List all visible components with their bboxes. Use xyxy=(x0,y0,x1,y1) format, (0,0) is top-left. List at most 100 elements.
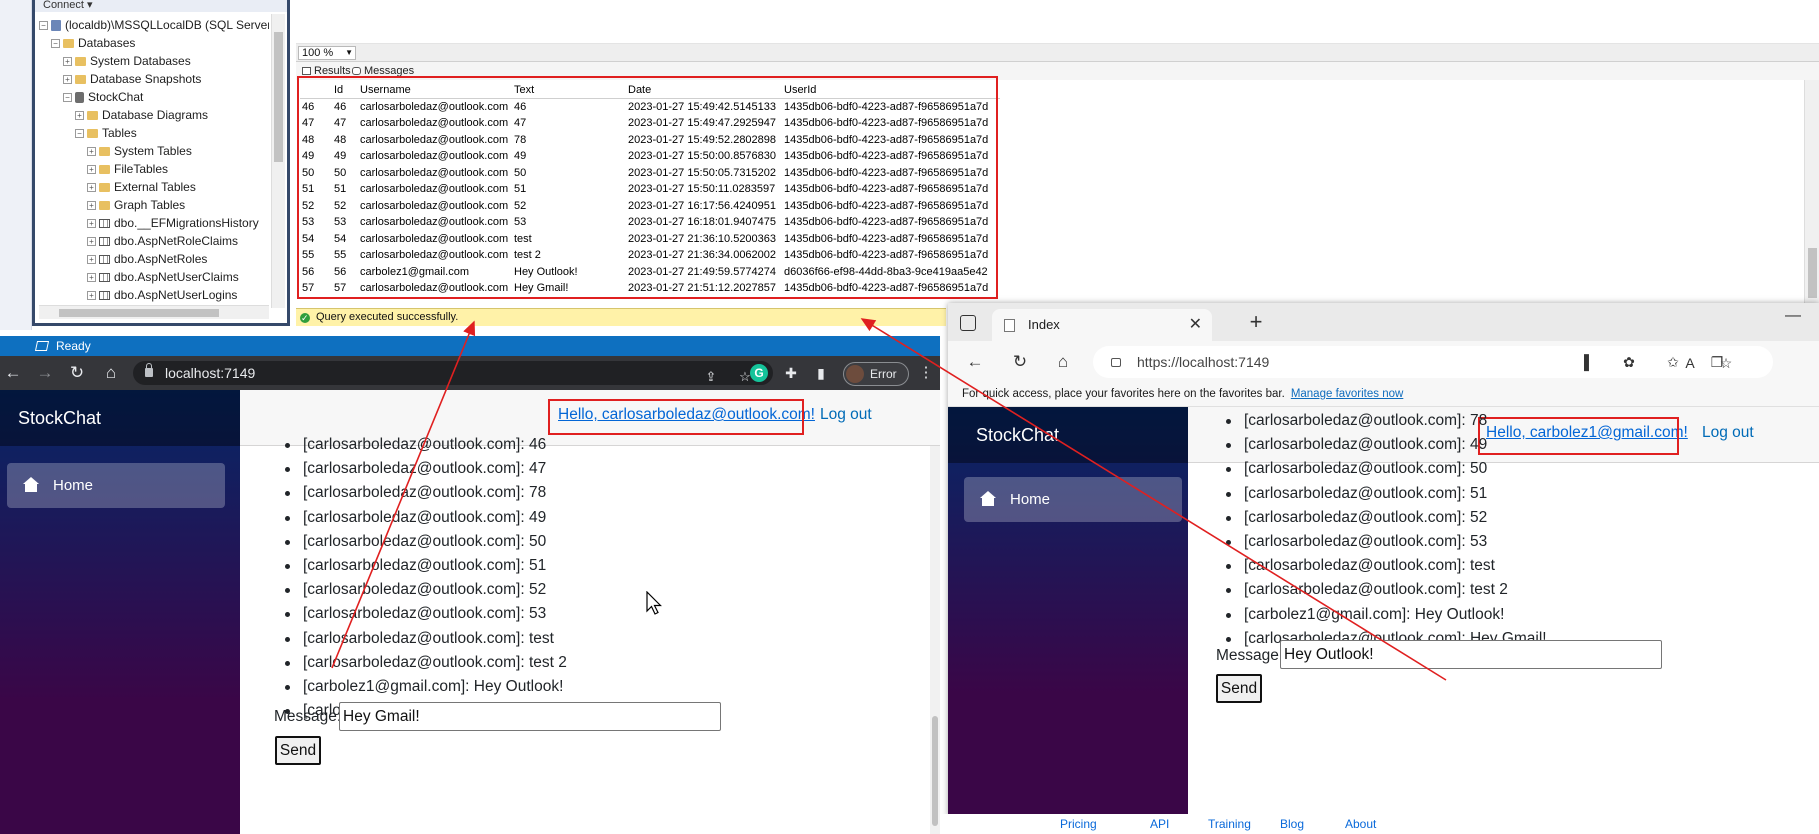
tab-index[interactable]: Index ✕ xyxy=(992,309,1212,341)
folder-icon xyxy=(87,128,98,138)
list-item: [carlosarboledaz@outlook.com]: 53 xyxy=(284,602,546,626)
tree-node[interactable]: + FileTables xyxy=(87,160,168,178)
edge-tab-strip: Index ✕ + — xyxy=(948,303,1819,341)
tree-node[interactable]: + System Tables xyxy=(87,142,192,160)
expand-icon[interactable]: + xyxy=(87,272,96,282)
connect-button[interactable]: Connect ▾ xyxy=(43,0,93,11)
tree-node[interactable]: + External Tables xyxy=(87,178,196,196)
tree-node[interactable]: + Database Snapshots xyxy=(63,70,201,88)
page-scrollbar[interactable] xyxy=(930,446,940,834)
collapse-icon[interactable]: − xyxy=(63,92,72,102)
home-icon[interactable]: ⌂ xyxy=(100,362,122,384)
reload-icon[interactable]: ↻ xyxy=(66,362,88,384)
object-explorer-hscroll[interactable] xyxy=(39,305,269,319)
back-icon[interactable]: ← xyxy=(2,362,24,384)
message-input[interactable] xyxy=(339,702,721,731)
collapse-icon[interactable]: − xyxy=(51,38,60,48)
send-button[interactable]: Send xyxy=(275,736,321,765)
footer-link[interactable]: About xyxy=(1345,817,1376,831)
favorites-icon[interactable]: ✩ xyxy=(1664,353,1682,371)
logout-link[interactable]: Log out xyxy=(820,406,872,424)
expand-icon[interactable]: + xyxy=(87,146,96,156)
logout-link[interactable]: Log out xyxy=(1702,424,1754,442)
brand[interactable]: StockChat xyxy=(948,407,1188,463)
server-icon xyxy=(51,19,61,31)
back-icon[interactable]: ← xyxy=(964,351,986,373)
side-panel-icon[interactable]: ▮ xyxy=(812,364,830,382)
footer-link[interactable]: Blog xyxy=(1280,817,1304,831)
new-tab-icon[interactable]: + xyxy=(1244,309,1268,335)
expand-icon[interactable]: + xyxy=(87,218,96,228)
expand-icon[interactable]: + xyxy=(87,182,96,192)
expand-icon[interactable]: + xyxy=(63,74,72,84)
tree-node[interactable]: + dbo.AspNetUserClaims xyxy=(87,268,239,286)
table-icon xyxy=(99,254,110,264)
list-item: [carlosarboledaz@outlook.com]: 50 xyxy=(1225,457,1487,481)
list-item: [carlosarboledaz@outlook.com]: 50 xyxy=(284,530,546,554)
tree-node[interactable]: + dbo.AspNetUserLogins xyxy=(87,286,237,304)
zoom-dropdown[interactable]: 100 % ▼ xyxy=(298,46,356,60)
tree-node[interactable]: + dbo.AspNetRoleClaims xyxy=(87,232,238,250)
footer-link[interactable]: Pricing xyxy=(1060,817,1097,831)
expand-icon[interactable]: + xyxy=(87,200,96,210)
collapse-icon[interactable]: − xyxy=(75,128,84,138)
table-icon xyxy=(99,272,110,282)
query-editor[interactable] xyxy=(296,0,1819,44)
home-icon[interactable]: ⌂ xyxy=(1052,351,1074,373)
tree-node[interactable]: + Graph Tables xyxy=(87,196,185,214)
expand-icon[interactable]: + xyxy=(87,254,96,264)
reload-icon[interactable]: ↻ xyxy=(1009,351,1031,373)
read-aloud-icon[interactable]: A xyxy=(1681,354,1699,372)
close-tab-icon[interactable]: ✕ xyxy=(1189,309,1202,341)
tree-node[interactable]: + Database Diagrams xyxy=(75,106,208,124)
zoom-bar: 100 % ▼ xyxy=(296,44,1819,62)
list-item: [carlosarboledaz@outlook.com]: test 2 xyxy=(1226,578,1508,602)
bing-icon[interactable]: ▌ xyxy=(1580,353,1598,371)
extensions-puzzle-icon[interactable]: ✚ xyxy=(782,364,800,382)
list-item: [carbolez1@gmail.com]: Hey Outlook! xyxy=(284,675,563,699)
forward-icon[interactable]: → xyxy=(34,362,56,384)
grammarly-extension-icon[interactable]: G xyxy=(750,364,768,382)
address-bar[interactable]: localhost:7149 ⇪ ☆ xyxy=(133,361,773,385)
object-explorer-vscroll[interactable] xyxy=(271,14,285,308)
brand[interactable]: StockChat xyxy=(0,390,240,446)
tree-node[interactable]: + dbo.__EFMigrationsHistory xyxy=(87,214,259,232)
folder-icon xyxy=(87,110,98,120)
expand-icon[interactable]: + xyxy=(87,290,96,300)
extensions-icon[interactable]: ✿ xyxy=(1620,353,1638,371)
collapse-icon[interactable]: − xyxy=(39,20,48,30)
avatar xyxy=(846,365,864,383)
tree-node[interactable]: − Databases xyxy=(51,34,135,52)
tree-node[interactable]: − (localdb)\MSSQLLocalDB (SQL Server 1 xyxy=(39,16,269,34)
expand-icon[interactable]: + xyxy=(87,236,96,246)
collections-icon[interactable]: ❐ xyxy=(1708,353,1726,371)
folder-icon xyxy=(75,74,86,84)
nav-home[interactable]: Home xyxy=(7,463,225,508)
send-button[interactable]: Send xyxy=(1216,674,1262,703)
footer-link[interactable]: Training xyxy=(1208,817,1251,831)
expand-icon[interactable]: + xyxy=(87,164,96,174)
list-item: [carlosarboledaz@outlook.com]: 52 xyxy=(284,578,546,602)
tree-node[interactable]: − Tables xyxy=(75,124,137,142)
grid-icon xyxy=(302,67,311,75)
tree-node[interactable]: + System Databases xyxy=(63,52,191,70)
minimize-icon[interactable]: — xyxy=(1778,307,1808,331)
tree-node[interactable]: − StockChat xyxy=(63,88,143,106)
message-input[interactable] xyxy=(1280,640,1662,669)
tab-actions-icon[interactable] xyxy=(960,315,976,331)
expand-icon[interactable]: + xyxy=(63,56,72,66)
tree-node-label: External Tables xyxy=(114,180,196,194)
profile-button[interactable]: Error xyxy=(843,362,909,386)
list-item: [carlosarboledaz@outlook.com]: 78 xyxy=(1225,409,1487,433)
results-vscroll[interactable] xyxy=(1804,80,1819,312)
footer-link[interactable]: API xyxy=(1150,817,1169,831)
chrome-menu-icon[interactable]: ⋮ xyxy=(918,362,934,384)
address-bar-url: https://localhost:7149 xyxy=(1137,354,1270,370)
share-icon[interactable]: ⇪ xyxy=(703,369,719,385)
manage-favorites-link[interactable]: Manage favorites now xyxy=(1291,388,1404,400)
expand-icon[interactable]: + xyxy=(75,110,84,120)
database-icon xyxy=(75,91,84,103)
nav-home[interactable]: Home xyxy=(964,477,1182,522)
object-explorer-toolbar[interactable]: Connect ▾ xyxy=(35,0,287,12)
tree-node[interactable]: + dbo.AspNetRoles xyxy=(87,250,207,268)
